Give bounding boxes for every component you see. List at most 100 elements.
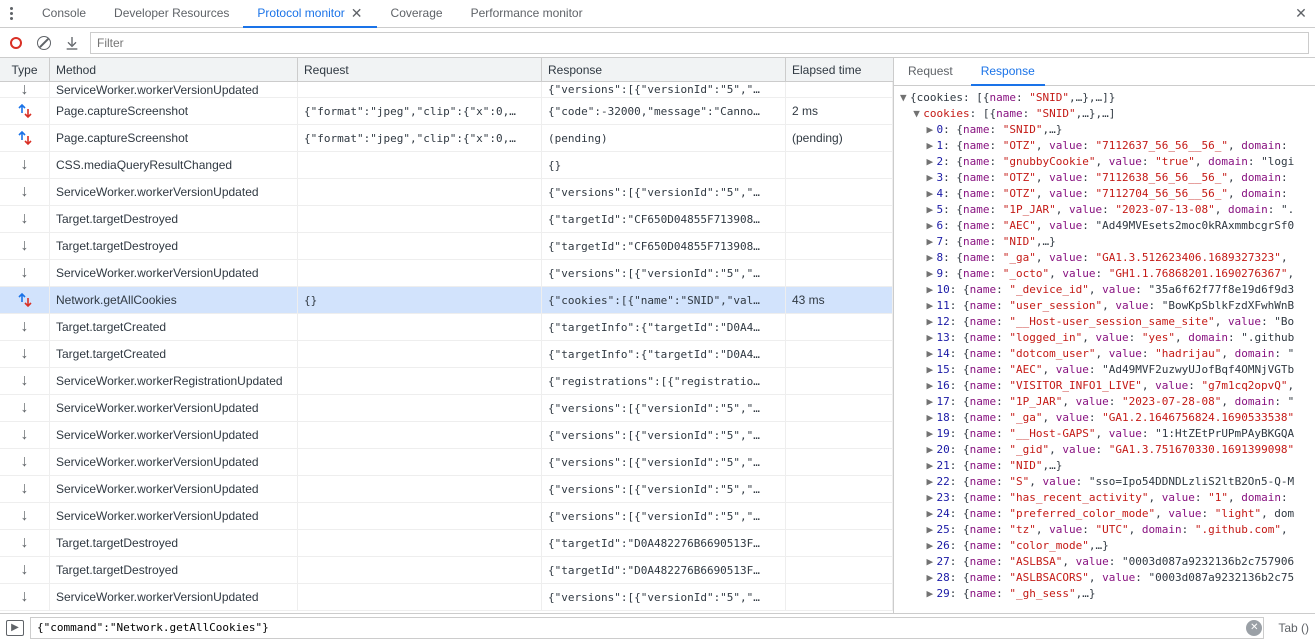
table-row[interactable]: ↓ServiceWorker.workerVersionUpdated{"ver… bbox=[0, 476, 893, 503]
tab-performance-monitor[interactable]: Performance monitor bbox=[457, 0, 597, 28]
tab-label: Console bbox=[42, 6, 86, 20]
tree-node[interactable]: ▶27: {name: "ASLBSA", value: "0003d087a9… bbox=[894, 554, 1315, 570]
clear-button[interactable] bbox=[34, 33, 54, 53]
arrow-down-icon: ↓ bbox=[0, 368, 50, 394]
tab-console[interactable]: Console bbox=[28, 0, 100, 28]
cell-method: ServiceWorker.workerVersionUpdated bbox=[50, 82, 298, 97]
cell-elapsed bbox=[786, 395, 893, 421]
tree-node[interactable]: ▶29: {name: "_gh_sess",…} bbox=[894, 586, 1315, 602]
tab-label: Performance monitor bbox=[471, 6, 583, 20]
cell-res: {"versions":[{"versionId":"5","… bbox=[542, 260, 786, 286]
tree-node[interactable]: ▶7: {name: "NID",…} bbox=[894, 234, 1315, 250]
table-row[interactable]: ↓Target.targetDestroyed{"targetId":"CF65… bbox=[0, 206, 893, 233]
table-row[interactable]: Page.captureScreenshot{"format":"jpeg","… bbox=[0, 125, 893, 152]
tree-node[interactable]: ▶22: {name: "S", value: "sso=Ipo54DDNDLz… bbox=[894, 474, 1315, 490]
table-row[interactable]: ↓ServiceWorker.workerRegistrationUpdated… bbox=[0, 368, 893, 395]
tree-node[interactable]: ▶9: {name: "_octo", value: "GH1.1.768682… bbox=[894, 266, 1315, 282]
tab-coverage[interactable]: Coverage bbox=[377, 0, 457, 28]
tab-developer-resources[interactable]: Developer Resources bbox=[100, 0, 243, 28]
cell-res: {"targetId":"CF650D04855F713908… bbox=[542, 206, 786, 232]
clear-command-icon[interactable]: ✕ bbox=[1246, 620, 1262, 636]
tab-close-icon[interactable]: ✕ bbox=[351, 6, 363, 20]
panel-close-icon[interactable]: ✕ bbox=[1291, 4, 1311, 24]
tree-node[interactable]: ▶20: {name: "_gid", value: "GA1.3.751670… bbox=[894, 442, 1315, 458]
arrow-down-icon: ↓ bbox=[0, 422, 50, 448]
tree-node[interactable]: ▶1: {name: "OTZ", value: "7112637_56_56_… bbox=[894, 138, 1315, 154]
tree-node[interactable]: ▶3: {name: "OTZ", value: "7112638_56_56_… bbox=[894, 170, 1315, 186]
table-row[interactable]: Page.captureScreenshot{"format":"jpeg","… bbox=[0, 98, 893, 125]
tree-node[interactable]: ▶13: {name: "logged_in", value: "yes", d… bbox=[894, 330, 1315, 346]
tree-node[interactable]: ▶25: {name: "tz", value: "UTC", domain: … bbox=[894, 522, 1315, 538]
detail-tab-request[interactable]: Request bbox=[898, 58, 963, 86]
table-row[interactable]: ↓ServiceWorker.workerVersionUpdated{"ver… bbox=[0, 503, 893, 530]
tree-node[interactable]: ▶21: {name: "NID",…} bbox=[894, 458, 1315, 474]
cell-elapsed bbox=[786, 82, 893, 97]
cell-method: Target.targetCreated bbox=[50, 341, 298, 367]
tree-node[interactable]: ▶23: {name: "has_recent_activity", value… bbox=[894, 490, 1315, 506]
table-row[interactable]: ↓CSS.mediaQueryResultChanged{} bbox=[0, 152, 893, 179]
cell-req bbox=[298, 233, 542, 259]
tree-node[interactable]: ▶8: {name: "_ga", value: "GA1.3.51262340… bbox=[894, 250, 1315, 266]
tree-node[interactable]: ▶12: {name: "__Host-user_session_same_si… bbox=[894, 314, 1315, 330]
arrow-down-icon: ↓ bbox=[0, 503, 50, 529]
tab-protocol-monitor[interactable]: Protocol monitor✕ bbox=[243, 0, 376, 28]
tree-node[interactable]: ▶28: {name: "ASLBSACORS", value: "0003d0… bbox=[894, 570, 1315, 586]
col-elapsed-header[interactable]: Elapsed time bbox=[786, 58, 893, 81]
table-row[interactable]: ↓Target.targetCreated{"targetInfo":{"tar… bbox=[0, 314, 893, 341]
table-row[interactable]: ↓Target.targetDestroyed{"targetId":"D0A4… bbox=[0, 530, 893, 557]
tree-node[interactable]: ▶6: {name: "AEC", value: "Ad49MVEsets2mo… bbox=[894, 218, 1315, 234]
cell-req bbox=[298, 530, 542, 556]
table-row[interactable]: ↓ServiceWorker.workerVersionUpdated{"ver… bbox=[0, 422, 893, 449]
cell-req bbox=[298, 584, 542, 610]
detail-tab-response[interactable]: Response bbox=[971, 58, 1045, 86]
table-row[interactable]: ↓ServiceWorker.workerVersionUpdated{"ver… bbox=[0, 449, 893, 476]
tree-node[interactable]: ▶5: {name: "1P_JAR", value: "2023-07-13-… bbox=[894, 202, 1315, 218]
tree-node[interactable]: ▼cookies: [{name: "SNID",…},…] bbox=[894, 106, 1315, 122]
kebab-menu-icon[interactable] bbox=[4, 4, 18, 24]
tree-node[interactable]: ▶24: {name: "preferred_color_mode", valu… bbox=[894, 506, 1315, 522]
response-tree[interactable]: ▼{cookies: [{name: "SNID",…},…]} ▼cookie… bbox=[894, 86, 1315, 613]
tree-node[interactable]: ▶26: {name: "color_mode",…} bbox=[894, 538, 1315, 554]
tree-node[interactable]: ▶2: {name: "gnubbyCookie", value: "true"… bbox=[894, 154, 1315, 170]
tree-node[interactable]: ▶14: {name: "dotcom_user", value: "hadri… bbox=[894, 346, 1315, 362]
tab-label: Developer Resources bbox=[114, 6, 229, 20]
table-row[interactable]: ↓ServiceWorker.workerVersionUpdated{"ver… bbox=[0, 82, 893, 98]
tree-node[interactable]: ▶18: {name: "_ga", value: "GA1.2.1646756… bbox=[894, 410, 1315, 426]
record-button[interactable] bbox=[6, 33, 26, 53]
save-button[interactable] bbox=[62, 33, 82, 53]
filter-input[interactable] bbox=[90, 32, 1309, 54]
tree-node[interactable]: ▶19: {name: "__Host-GAPS", value: "1:HtZ… bbox=[894, 426, 1315, 442]
tree-node[interactable]: ▶11: {name: "user_session", value: "BowK… bbox=[894, 298, 1315, 314]
table-row[interactable]: ↓Target.targetCreated{"targetInfo":{"tar… bbox=[0, 341, 893, 368]
col-method-header[interactable]: Method bbox=[50, 58, 298, 81]
table-row[interactable]: ↓ServiceWorker.workerVersionUpdated{"ver… bbox=[0, 584, 893, 611]
cell-method: Target.targetCreated bbox=[50, 314, 298, 340]
tree-node[interactable]: ▶16: {name: "VISITOR_INFO1_LIVE", value:… bbox=[894, 378, 1315, 394]
cell-method: Network.getAllCookies bbox=[50, 287, 298, 313]
tree-node[interactable]: ▶0: {name: "SNID",…} bbox=[894, 122, 1315, 138]
table-row[interactable]: Network.getAllCookies{}{"cookies":[{"nam… bbox=[0, 287, 893, 314]
table-row[interactable]: ↓ServiceWorker.workerVersionUpdated{"ver… bbox=[0, 395, 893, 422]
cell-res: {"versions":[{"versionId":"5","… bbox=[542, 422, 786, 448]
cell-method: Target.targetDestroyed bbox=[50, 206, 298, 232]
arrow-down-icon: ↓ bbox=[0, 82, 50, 97]
tree-node[interactable]: ▼{cookies: [{name: "SNID",…},…]} bbox=[894, 90, 1315, 106]
col-type-header[interactable]: Type bbox=[0, 58, 50, 81]
command-input[interactable] bbox=[30, 617, 1264, 639]
tree-node[interactable]: ▶4: {name: "OTZ", value: "7112704_56_56_… bbox=[894, 186, 1315, 202]
command-prompt-icon[interactable]: ▶ bbox=[6, 620, 24, 636]
table-row[interactable]: ↓Target.targetDestroyed{"targetId":"CF65… bbox=[0, 233, 893, 260]
col-response-header[interactable]: Response bbox=[542, 58, 786, 81]
tree-node[interactable]: ▶15: {name: "AEC", value: "Ad49MVF2uzwyU… bbox=[894, 362, 1315, 378]
table-row[interactable]: ↓ServiceWorker.workerVersionUpdated{"ver… bbox=[0, 260, 893, 287]
arrow-down-icon: ↓ bbox=[0, 395, 50, 421]
detail-pane: Request Response ▼{cookies: [{name: "SNI… bbox=[894, 58, 1315, 613]
table-row[interactable]: ↓ServiceWorker.workerVersionUpdated{"ver… bbox=[0, 179, 893, 206]
tree-node[interactable]: ▶10: {name: "_device_id", value: "35a6f6… bbox=[894, 282, 1315, 298]
col-request-header[interactable]: Request bbox=[298, 58, 542, 81]
cell-req bbox=[298, 260, 542, 286]
tree-node[interactable]: ▶17: {name: "1P_JAR", value: "2023-07-28… bbox=[894, 394, 1315, 410]
table-row[interactable]: ↓Target.targetDestroyed{"targetId":"D0A4… bbox=[0, 557, 893, 584]
cell-req bbox=[298, 82, 542, 97]
arrow-down-icon: ↓ bbox=[0, 530, 50, 556]
